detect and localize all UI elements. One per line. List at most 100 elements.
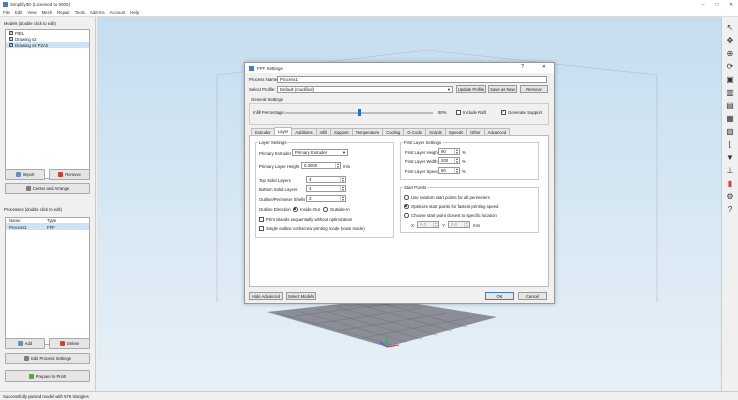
model-checkbox[interactable]: ✓ (9, 43, 13, 47)
move-icon[interactable]: ✥ (725, 36, 735, 46)
menu-edit[interactable]: Edit (15, 10, 22, 15)
optimize-start-radio[interactable] (404, 204, 409, 209)
zoom-icon[interactable]: ⊕ (725, 49, 735, 59)
view-front-icon[interactable]: ▥ (725, 88, 735, 98)
start-x-stepper[interactable]: 0.0 ▲ ▼ (417, 221, 439, 228)
add-process-button[interactable]: Add (5, 338, 45, 349)
help-button[interactable]: ? (521, 64, 524, 70)
model-checkbox[interactable]: ✓ (9, 37, 13, 41)
tab-speeds[interactable]: Speeds (444, 128, 468, 135)
first-layer-width-stepper[interactable]: 200 ▲ ▼ (438, 157, 460, 164)
inside-out-radio[interactable] (293, 207, 298, 212)
support-icon[interactable]: ⊥ (725, 166, 735, 176)
select-models-button[interactable]: Select Models (286, 292, 316, 300)
rotate-icon[interactable]: ⟳ (725, 62, 735, 72)
models-list[interactable]: ✓ PIEL ✓ Drawing v2 ✓ Drawing v2 P2A2 (5, 29, 90, 179)
tab-additions[interactable]: Additions (291, 128, 317, 135)
model-checkbox[interactable]: ✓ (9, 31, 13, 35)
menu-mesh[interactable]: Mesh (42, 10, 53, 15)
print-islands-checkbox[interactable] (259, 217, 264, 222)
closest-start-radio[interactable] (404, 213, 409, 218)
infill-slider-handle[interactable] (357, 109, 361, 116)
prepare-to-print-button[interactable]: Prepare to Print! (5, 370, 90, 382)
maximize-button[interactable]: □ (710, 0, 724, 9)
update-profile-button[interactable]: Update Profile (456, 85, 486, 93)
first-layer-height-stepper[interactable]: 90 ▲ ▼ (438, 148, 460, 155)
tab-scripts[interactable]: Scripts (425, 128, 446, 135)
outside-in-label: Outside-In (330, 207, 350, 212)
process-name-input[interactable]: Process1 (277, 76, 547, 83)
stepper-arrows-icon[interactable]: ▲ ▼ (454, 158, 459, 163)
tab-extruder[interactable]: Extruder (251, 128, 275, 135)
settings-icon[interactable]: ⚙ (725, 192, 735, 202)
vase-mode-checkbox[interactable] (259, 226, 264, 231)
stepper-arrows-icon[interactable]: ▲ ▼ (340, 196, 345, 201)
hide-advanced-button[interactable]: Hide Advanced (249, 292, 283, 300)
primary-extruder-label: Primary Extruder (259, 151, 292, 156)
save-as-new-button[interactable]: Save as New (488, 85, 517, 93)
remove-button[interactable]: Remove (49, 169, 90, 180)
left-panel: Models (double click to edit) ✓ PIEL ✓ D… (0, 17, 96, 391)
ok-button[interactable]: OK (485, 292, 514, 300)
dialog-close-button[interactable]: ✕ (542, 64, 546, 70)
menu-view[interactable]: View (27, 10, 36, 15)
close-button[interactable]: ✕ (724, 0, 738, 9)
stepper-arrows-icon[interactable]: ▲ ▼ (335, 163, 340, 168)
view-top-icon[interactable]: ▦ (725, 114, 735, 124)
primary-layer-height-stepper[interactable]: 0.3000 ▲ ▼ (301, 162, 341, 169)
include-raft-checkbox[interactable] (456, 110, 461, 115)
tab-infill[interactable]: Infill (315, 128, 331, 135)
first-layer-speed-stepper[interactable]: 50 ▲ ▼ (438, 167, 460, 174)
menu-file[interactable]: File (3, 10, 10, 15)
outline-shells-stepper[interactable]: 3 ▲ ▼ (306, 195, 346, 202)
stepper-arrows-icon[interactable]: ▲ ▼ (454, 149, 459, 154)
table-row[interactable]: Process1 FFF (6, 224, 89, 230)
top-solid-layers-stepper[interactable]: 4 ▲ ▼ (306, 176, 346, 183)
primary-extruder-select[interactable]: Primary Extruder ▼ (292, 149, 348, 156)
tab-g-code[interactable]: G-Code (403, 128, 427, 135)
view-bottom-icon[interactable]: ▧ (725, 127, 735, 137)
print-bed (267, 299, 497, 347)
cancel-button[interactable]: Cancel (518, 292, 547, 300)
edit-process-settings-button[interactable]: Edit Process Settings (5, 353, 90, 364)
preview-icon[interactable]: ▮ (725, 179, 735, 189)
outside-in-radio[interactable] (323, 207, 328, 212)
view-side-icon[interactable]: ▤ (725, 101, 735, 111)
tab-support[interactable]: Support (330, 128, 353, 135)
remove-profile-button[interactable]: Remove (520, 85, 548, 93)
menu-add-ins[interactable]: Add-Ins (90, 10, 105, 15)
tab-other[interactable]: Other (466, 128, 485, 135)
menu-help[interactable]: Help (130, 10, 139, 15)
tab-temperature[interactable]: Temperature (351, 128, 384, 135)
stepper-arrows-icon[interactable]: ▲ ▼ (340, 186, 345, 191)
cross-section-icon[interactable]: ⌊ (725, 140, 735, 150)
processes-table[interactable]: Name Type Process1 FFF (5, 217, 90, 345)
tab-layer[interactable]: Layer (273, 127, 293, 135)
first-layer-speed-unit: % (462, 169, 466, 174)
menu-account[interactable]: Account (110, 10, 126, 15)
delete-process-button[interactable]: Delete (49, 338, 90, 349)
stepper-arrows-icon[interactable]: ▲ ▼ (464, 222, 469, 227)
status-bar: Successfully parsed model with 576 trian… (0, 391, 738, 400)
stepper-arrows-icon[interactable]: ▲ ▼ (454, 168, 459, 173)
center-arrange-button[interactable]: Center and Arrange (5, 183, 90, 194)
import-button[interactable]: Import (5, 169, 45, 180)
processes-label: Processes (double click to edit) (4, 207, 62, 212)
menu-tools[interactable]: Tools (75, 10, 85, 15)
bottom-solid-layers-stepper[interactable]: 4 ▲ ▼ (306, 185, 346, 192)
generate-support-checkbox[interactable]: ✓ (501, 110, 506, 115)
model-item[interactable]: ✓ Drawing v2 P2A2 (6, 42, 89, 48)
stepper-arrows-icon[interactable]: ▲ ▼ (433, 222, 438, 227)
start-y-stepper[interactable]: 0.0 ▲ ▼ (448, 221, 470, 228)
select-icon[interactable]: ↖ (725, 23, 735, 33)
menu-repair[interactable]: Repair (57, 10, 70, 15)
help-icon[interactable]: ? (725, 205, 735, 215)
view-iso-icon[interactable]: ▣ (725, 75, 735, 85)
stepper-arrows-icon[interactable]: ▲ ▼ (340, 177, 345, 182)
random-start-radio[interactable] (404, 195, 409, 200)
profile-select[interactable]: Default (modified) ▼ (277, 86, 453, 93)
minimize-button[interactable]: – (696, 0, 710, 9)
tab-advanced[interactable]: Advanced (483, 128, 511, 135)
tab-cooling[interactable]: Cooling (382, 128, 405, 135)
nozzle-icon[interactable]: ▼ (725, 153, 735, 163)
